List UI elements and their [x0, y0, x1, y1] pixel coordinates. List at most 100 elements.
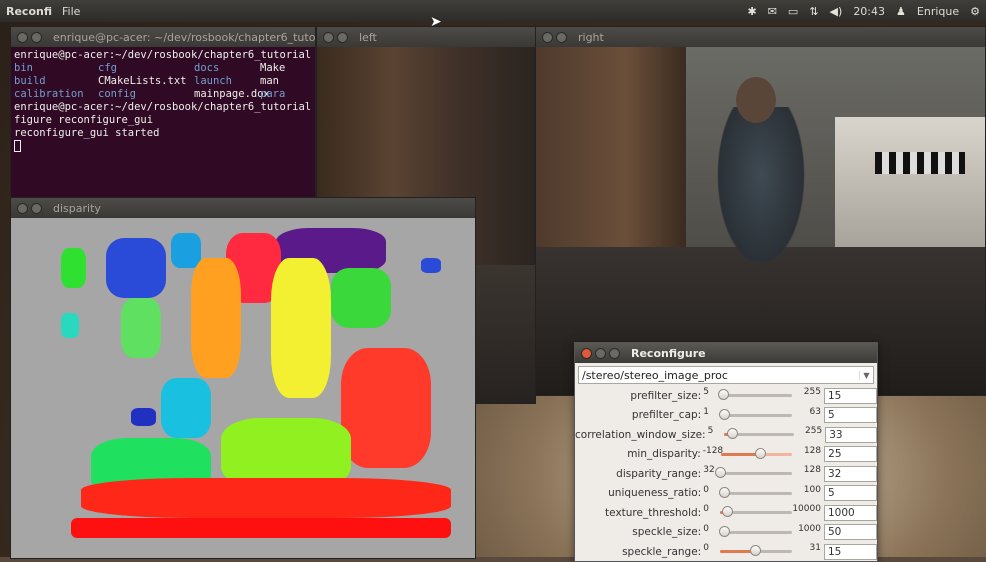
- param-max: 128: [803, 445, 822, 456]
- close-icon[interactable]: [17, 202, 28, 214]
- close-icon[interactable]: [542, 31, 553, 43]
- param-slider[interactable]: [718, 389, 792, 401]
- reconfigure-titlebar[interactable]: Reconfigure: [575, 343, 877, 363]
- volume-icon[interactable]: ◀): [830, 5, 843, 18]
- param-slider[interactable]: [718, 525, 792, 537]
- file-menu[interactable]: File: [62, 5, 80, 18]
- param-row: prefilter_cap: 1 63 5: [575, 406, 877, 426]
- ls-entry: bin: [14, 62, 33, 74]
- ls-entry: para: [260, 88, 286, 100]
- maximize-icon[interactable]: [609, 347, 620, 359]
- close-icon[interactable]: [17, 31, 28, 43]
- right-camera-window[interactable]: right: [535, 26, 986, 396]
- param-value-input[interactable]: 5: [823, 485, 877, 502]
- disparity-region: [106, 238, 166, 298]
- disparity-titlebar[interactable]: disparity: [11, 198, 475, 218]
- terminal-line: enrique@pc-acer:~/dev/rosbook/chapter6_t…: [14, 101, 312, 113]
- disparity-region: [131, 408, 156, 426]
- mail-icon[interactable]: ✉: [768, 5, 777, 18]
- minimize-icon[interactable]: [556, 31, 567, 43]
- param-slider[interactable]: [720, 506, 792, 518]
- node-selector-value: /stereo/stereo_image_proc: [582, 368, 728, 382]
- param-label: speckle_range:: [622, 545, 702, 558]
- terminal-line: reconfigure_gui started: [14, 127, 160, 139]
- left-window-titlebar[interactable]: left: [317, 27, 535, 47]
- disparity-region: [341, 348, 431, 468]
- param-value-input[interactable]: 32: [823, 465, 877, 482]
- param-max: 10000: [792, 504, 821, 514]
- ls-row: build CMakeLists.txt launch man: [14, 75, 312, 88]
- param-value-input[interactable]: 50: [823, 524, 877, 541]
- disparity-region: [271, 258, 331, 398]
- param-row: correlation_window_size: 5 255 33: [575, 425, 877, 445]
- param-slider[interactable]: [719, 408, 792, 420]
- disparity-region: [171, 233, 201, 268]
- slider-handle[interactable]: [722, 506, 734, 518]
- slider-handle[interactable]: [749, 545, 761, 557]
- param-value-input[interactable]: 5: [823, 407, 877, 424]
- param-slider[interactable]: [724, 428, 794, 440]
- slider-handle[interactable]: [715, 467, 727, 479]
- minimize-icon[interactable]: [337, 31, 348, 43]
- param-row: speckle_size: 0 1000 50: [575, 523, 877, 543]
- bed-region: [835, 117, 985, 247]
- param-label: min_disparity:: [627, 448, 701, 461]
- terminal-body[interactable]: enrique@pc-acer:~/dev/rosbook/chapter6_t…: [11, 47, 315, 197]
- mouse-cursor-icon: ➤: [430, 14, 442, 30]
- right-window-titlebar[interactable]: right: [536, 27, 985, 47]
- settings-icon[interactable]: ⚙: [970, 5, 980, 18]
- slider-handle[interactable]: [726, 428, 738, 440]
- ls-entry: build: [14, 75, 46, 87]
- param-value-input[interactable]: 1000: [823, 504, 877, 521]
- slider-handle[interactable]: [718, 389, 730, 401]
- terminal-titlebar[interactable]: enrique@pc-acer: ~/dev/rosbook/chapter6_…: [11, 27, 315, 47]
- param-row: texture_threshold: 0 10000 1000: [575, 503, 877, 523]
- param-value-input[interactable]: 25: [824, 446, 877, 463]
- param-max: 255: [805, 426, 823, 436]
- disparity-window[interactable]: disparity: [10, 197, 476, 559]
- app-menu-title[interactable]: Reconfi: [6, 5, 52, 18]
- reconfigure-dialog[interactable]: Reconfigure /stereo/stereo_image_proc ▼ …: [574, 342, 878, 562]
- user-name[interactable]: Enrique: [917, 5, 959, 18]
- slider-handle[interactable]: [754, 447, 766, 459]
- param-label: prefilter_cap:: [631, 409, 702, 422]
- param-slider[interactable]: [718, 486, 792, 498]
- param-min: 5: [707, 426, 714, 436]
- param-slider[interactable]: [715, 467, 792, 479]
- clock[interactable]: 20:43: [853, 5, 885, 18]
- param-min: 0: [703, 484, 709, 495]
- ls-row: calibration config mainpage.dox para: [14, 88, 312, 101]
- top-panel: Reconfi File ✱ ✉ ▭ ⇅ ◀) 20:43 ♟ Enrique …: [0, 0, 986, 22]
- param-slider[interactable]: [720, 447, 793, 459]
- ls-entry: launch: [194, 75, 232, 87]
- slider-handle[interactable]: [718, 525, 730, 537]
- slider-handle[interactable]: [718, 486, 730, 498]
- param-row: disparity_range: 32 128 32: [575, 464, 877, 484]
- minimize-icon[interactable]: [595, 347, 606, 359]
- param-value-input[interactable]: 33: [825, 426, 877, 443]
- param-slider[interactable]: [720, 545, 792, 557]
- param-value-input[interactable]: 15: [823, 387, 877, 404]
- bluetooth-icon[interactable]: ✱: [747, 5, 756, 18]
- close-icon[interactable]: [581, 347, 592, 359]
- terminal-window[interactable]: enrique@pc-acer: ~/dev/rosbook/chapter6_…: [10, 26, 316, 198]
- terminal-line: enrique@pc-acer:~/dev/rosbook/chapter6_t…: [14, 49, 312, 61]
- battery-icon[interactable]: ▭: [788, 5, 798, 18]
- param-label: disparity_range:: [616, 467, 702, 480]
- disparity-region: [191, 258, 241, 378]
- network-icon[interactable]: ⇅: [809, 5, 818, 18]
- window-title: left: [359, 30, 377, 44]
- disparity-region: [121, 298, 161, 358]
- node-selector[interactable]: /stereo/stereo_image_proc ▼: [578, 366, 874, 384]
- door-region: [536, 47, 686, 247]
- param-value-input[interactable]: 15: [823, 543, 877, 560]
- close-icon[interactable]: [323, 31, 334, 43]
- minimize-icon[interactable]: [31, 202, 42, 214]
- slider-handle[interactable]: [719, 408, 731, 420]
- parameter-list: prefilter_size: 5 255 15 prefilter_cap: 1 63 5 c…: [575, 386, 877, 561]
- param-max: 1000: [798, 523, 821, 534]
- param-row: min_disparity: -128 128 25: [575, 445, 877, 465]
- minimize-icon[interactable]: [31, 31, 42, 43]
- disparity-region: [421, 258, 441, 273]
- chevron-down-icon[interactable]: ▼: [859, 370, 873, 380]
